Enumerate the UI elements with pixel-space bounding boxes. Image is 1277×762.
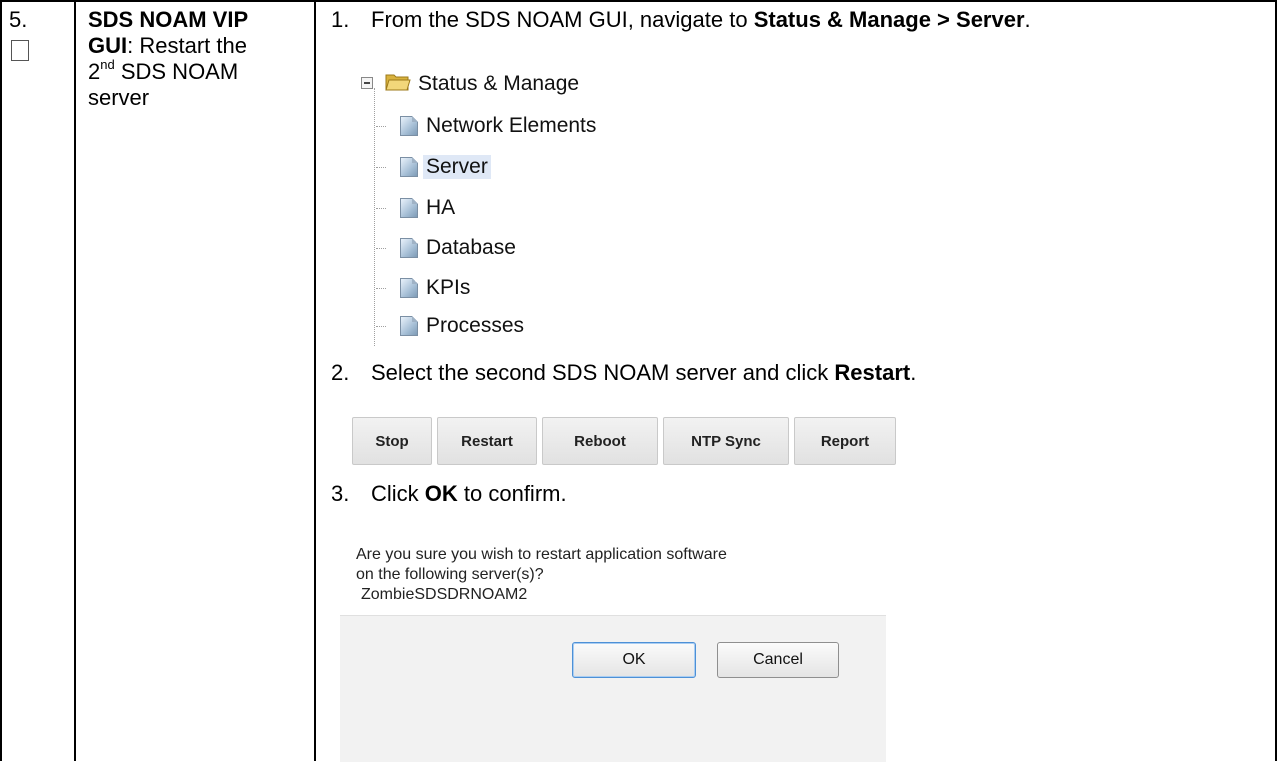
instruction-2-lead: Select the second SDS NOAM server and cl…: [371, 360, 835, 385]
table-left-rule: [0, 0, 2, 761]
instruction-2-action: Restart: [834, 360, 911, 385]
page-icon: [400, 278, 418, 298]
stop-button[interactable]: Stop: [352, 417, 432, 465]
step-title-ordinal-suffix: nd: [100, 56, 115, 72]
tree-connector: [374, 88, 375, 346]
tree-branch: [376, 208, 386, 209]
instruction-3-end: to confirm.: [457, 481, 567, 506]
tree-branch: [376, 248, 386, 249]
instruction-2-text: Select the second SDS NOAM server and cl…: [371, 360, 916, 386]
table-top-rule: [0, 0, 1277, 2]
step-title-line1: SDS NOAM VIP: [88, 7, 249, 32]
tree-item-ha[interactable]: HA: [426, 196, 455, 220]
tree-item-kpis[interactable]: KPIs: [426, 276, 470, 300]
instruction-1-number: 1.: [331, 7, 350, 32]
dialog-server-name: ZombieSDSDRNOAM2: [361, 586, 528, 603]
tree-item-server[interactable]: Server: [423, 155, 491, 179]
step-title-restart: : Restart the: [127, 33, 247, 58]
instruction-3-text: Click OK to confirm.: [371, 481, 567, 507]
table-col-rule-2: [314, 0, 316, 761]
tree-item-database[interactable]: Database: [426, 236, 516, 260]
cancel-button[interactable]: Cancel: [717, 642, 839, 678]
procedure-table: 5. SDS NOAM VIP GUI: Restart the 2nd SDS…: [0, 0, 1277, 762]
step-title-line3: 2nd SDS NOAM: [88, 56, 239, 85]
page-icon: [400, 116, 418, 136]
reboot-button[interactable]: Reboot: [542, 417, 658, 465]
tree-branch: [376, 126, 386, 127]
restart-button[interactable]: Restart: [437, 417, 537, 465]
dialog-button-bar: [340, 615, 886, 762]
dialog-message-line1: Are you sure you wish to restart applica…: [356, 546, 727, 563]
step-title-server-name: SDS NOAM: [114, 59, 239, 84]
instruction-1-lead: From the SDS NOAM GUI, navigate to: [371, 7, 754, 32]
collapse-icon[interactable]: [361, 77, 373, 89]
instruction-1-end: .: [1024, 7, 1031, 32]
tree-branch: [376, 288, 386, 289]
step-checkbox[interactable]: [11, 40, 29, 61]
ok-button[interactable]: OK: [572, 642, 696, 678]
instruction-3-number: 3.: [331, 481, 350, 506]
instruction-1-menu-path: Status & Manage > Server: [753, 7, 1025, 32]
folder-open-icon: [385, 74, 411, 91]
tree-branch: [376, 167, 386, 168]
instruction-3-action: OK: [424, 481, 458, 506]
page-icon: [400, 157, 418, 177]
dialog-message-line2: on the following server(s)?: [356, 566, 544, 583]
tree-item-network-elements[interactable]: Network Elements: [426, 114, 596, 138]
report-button[interactable]: Report: [794, 417, 896, 465]
page-icon: [400, 198, 418, 218]
ntp-sync-button[interactable]: NTP Sync: [663, 417, 789, 465]
step-title-ordinal: 2: [88, 59, 101, 84]
step-title-line4: server: [88, 85, 150, 110]
step-number: 5.: [9, 7, 28, 32]
instruction-2-number: 2.: [331, 360, 350, 385]
step-title-line2: GUI: Restart the: [88, 33, 247, 59]
tree-branch: [376, 326, 386, 327]
instruction-3-lead: Click: [371, 481, 425, 506]
instruction-1-text: From the SDS NOAM GUI, navigate to Statu…: [371, 7, 1031, 33]
tree-item-processes[interactable]: Processes: [426, 314, 524, 338]
step-title-gui: GUI: [88, 33, 128, 58]
page-icon: [400, 316, 418, 336]
tree-root-status-manage[interactable]: Status & Manage: [418, 72, 579, 96]
instruction-2-end: .: [910, 360, 917, 385]
page-icon: [400, 238, 418, 258]
table-col-rule-1: [74, 0, 76, 761]
